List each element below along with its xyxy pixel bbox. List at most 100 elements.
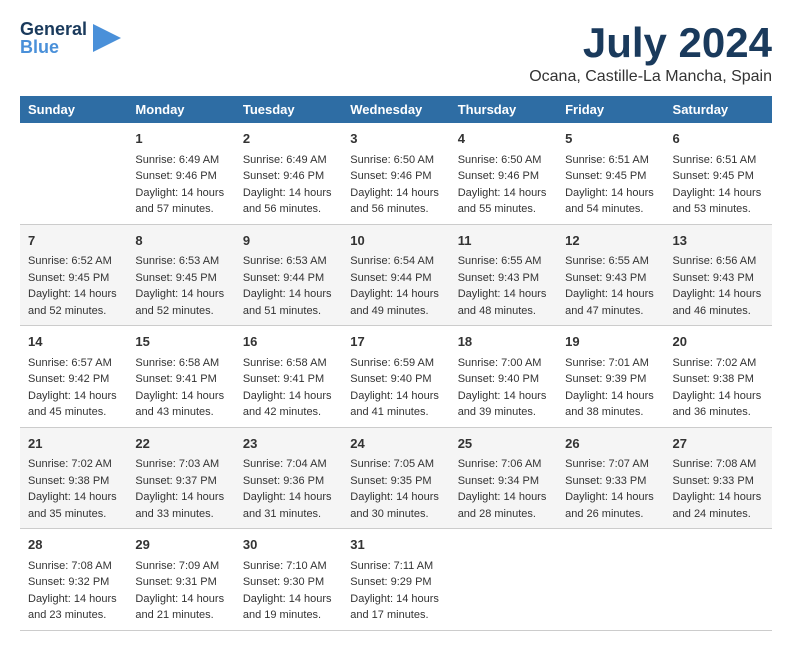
calendar-cell: 26Sunrise: 7:07 AMSunset: 9:33 PMDayligh… [557,427,664,529]
sunset-text: Sunset: 9:44 PM [350,272,431,284]
day-number: 16 [243,332,334,352]
day-number: 5 [565,129,656,149]
header-tuesday: Tuesday [235,96,342,123]
calendar-cell: 28 Sunrise: 7:08 AM Sunset: 9:32 PM Dayligh… [20,529,127,631]
calendar-cell: 1Sunrise: 6:49 AMSunset: 9:46 PMDaylight… [127,123,234,224]
calendar-cell [450,529,557,631]
header-wednesday: Wednesday [342,96,449,123]
daylight-text: Daylight: 14 hours and 38 minutes. [565,390,654,419]
day-number: 1 [135,129,226,149]
day-number: 27 [673,434,764,454]
location-subtitle: Ocana, Castille-La Mancha, Spain [529,68,772,86]
sunrise-text: Sunrise: 6:53 AM [243,255,327,267]
day-number: 30 [243,535,334,555]
sunset-text: Sunset: 9:39 PM [565,373,646,385]
sunset-text: Sunset: 9:36 PM [243,475,324,487]
header-thursday: Thursday [450,96,557,123]
sunrise-text: Sunrise: 7:02 AM [28,458,112,470]
logo-triangle-icon [93,22,121,54]
daylight-text: Daylight: 14 hours and 42 minutes. [243,390,332,419]
calendar-cell: 9Sunrise: 6:53 AMSunset: 9:44 PMDaylight… [235,224,342,326]
header-monday: Monday [127,96,234,123]
sunrise-text: Sunrise: 7:04 AM [243,458,327,470]
calendar-cell: 12Sunrise: 6:55 AMSunset: 9:43 PMDayligh… [557,224,664,326]
calendar-cell: 14Sunrise: 6:57 AMSunset: 9:42 PMDayligh… [20,326,127,428]
sunset-text: Sunset: 9:46 PM [243,170,324,182]
calendar-cell: 29Sunrise: 7:09 AMSunset: 9:31 PMDayligh… [127,529,234,631]
sunrise-text: Sunrise: 6:53 AM [135,255,219,267]
sunrise-text: Sunrise: 7:05 AM [350,458,434,470]
sunset-text: Sunset: 9:41 PM [243,373,324,385]
day-number: 24 [350,434,441,454]
calendar-cell: 31Sunrise: 7:11 AMSunset: 9:29 PMDayligh… [342,529,449,631]
sunset-text: Sunset: 9:33 PM [673,475,754,487]
day-number: 18 [458,332,549,352]
sunset-text: Sunset: 9:42 PM [28,373,109,385]
daylight-text: Daylight: 14 hours and 51 minutes. [243,288,332,317]
calendar-cell: 4Sunrise: 6:50 AMSunset: 9:46 PMDaylight… [450,123,557,224]
sunrise-text: Sunrise: 7:00 AM [458,357,542,369]
sunset-text: Sunset: 9:43 PM [565,272,646,284]
title-block: July 2024 Ocana, Castille-La Mancha, Spa… [529,20,772,86]
daylight-text: Daylight: 14 hours and 56 minutes. [350,187,439,216]
calendar-cell: 3Sunrise: 6:50 AMSunset: 9:46 PMDaylight… [342,123,449,224]
day-number: 28 [28,535,119,555]
daylight-text: Daylight: 14 hours and 45 minutes. [28,390,117,419]
day-number: 20 [673,332,764,352]
calendar-cell: 18Sunrise: 7:00 AMSunset: 9:40 PMDayligh… [450,326,557,428]
daylight-text: Daylight: 14 hours and 35 minutes. [28,491,117,520]
sunrise-text: Sunrise: 7:09 AM [135,560,219,572]
day-number: 26 [565,434,656,454]
day-number: 23 [243,434,334,454]
day-number: 19 [565,332,656,352]
daylight-text: Daylight: 14 hours and 47 minutes. [565,288,654,317]
sunrise-text: Sunrise: 6:50 AM [350,154,434,166]
page-header: General Blue July 2024 Ocana, Castille-L… [20,20,772,86]
day-number: 22 [135,434,226,454]
sunset-text: Sunset: 9:45 PM [673,170,754,182]
sunset-text: Sunset: 9:43 PM [458,272,539,284]
sunrise-text: Sunrise: 6:51 AM [565,154,649,166]
sunrise-text: Sunrise: 7:07 AM [565,458,649,470]
sunrise-text: Sunrise: 7:10 AM [243,560,327,572]
logo-blue: Blue [20,38,87,56]
sunset-text: Sunset: 9:46 PM [458,170,539,182]
calendar-week-row: 1 Sunrise: 6:49 AM Sunset: 9:46 PM Daylight… [20,123,772,224]
sunset-text: Sunset: 9:30 PM [243,576,324,588]
sunrise-text: Sunrise: 6:58 AM [243,357,327,369]
day-number: 15 [135,332,226,352]
calendar-cell: 10Sunrise: 6:54 AMSunset: 9:44 PMDayligh… [342,224,449,326]
calendar-cell: 19Sunrise: 7:01 AMSunset: 9:39 PMDayligh… [557,326,664,428]
sunrise-text: Sunrise: 6:59 AM [350,357,434,369]
daylight-text: Daylight: 14 hours and 43 minutes. [135,390,224,419]
daylight-text: Daylight: 14 hours and 41 minutes. [350,390,439,419]
sunset-text: Sunset: 9:40 PM [458,373,539,385]
calendar-cell: 17Sunrise: 6:59 AMSunset: 9:40 PMDayligh… [342,326,449,428]
day-number: 17 [350,332,441,352]
day-number: 29 [135,535,226,555]
daylight-text: Daylight: 14 hours and 23 minutes. [28,593,117,622]
month-year-title: July 2024 [529,20,772,66]
sunrise-text: Sunrise: 6:55 AM [458,255,542,267]
sunset-text: Sunset: 9:46 PM [350,170,431,182]
sunrise-text: Sunrise: 7:08 AM [673,458,757,470]
sunset-text: Sunset: 9:32 PM [28,576,109,588]
day-number: 21 [28,434,119,454]
calendar-cell: 2Sunrise: 6:49 AMSunset: 9:46 PMDaylight… [235,123,342,224]
sunset-text: Sunset: 9:38 PM [28,475,109,487]
day-number: 9 [243,231,334,251]
sunset-text: Sunset: 9:41 PM [135,373,216,385]
calendar-week-row: 21 Sunrise: 7:02 AM Sunset: 9:38 PM Dayligh… [20,427,772,529]
sunrise-text: Sunrise: 6:49 AM [243,154,327,166]
calendar-week-row: 28 Sunrise: 7:08 AM Sunset: 9:32 PM Dayligh… [20,529,772,631]
logo: General Blue [20,20,121,56]
calendar-cell: 7Sunrise: 6:52 AMSunset: 9:45 PMDaylight… [20,224,127,326]
day-number: 25 [458,434,549,454]
sunrise-text: Sunrise: 7:08 AM [28,560,112,572]
sunrise-text: Sunrise: 6:56 AM [673,255,757,267]
logo-text: General Blue [20,20,87,56]
daylight-text: Daylight: 14 hours and 26 minutes. [565,491,654,520]
calendar-cell: 30Sunrise: 7:10 AMSunset: 9:30 PMDayligh… [235,529,342,631]
daylight-text: Daylight: 14 hours and 48 minutes. [458,288,547,317]
day-number: 6 [673,129,764,149]
